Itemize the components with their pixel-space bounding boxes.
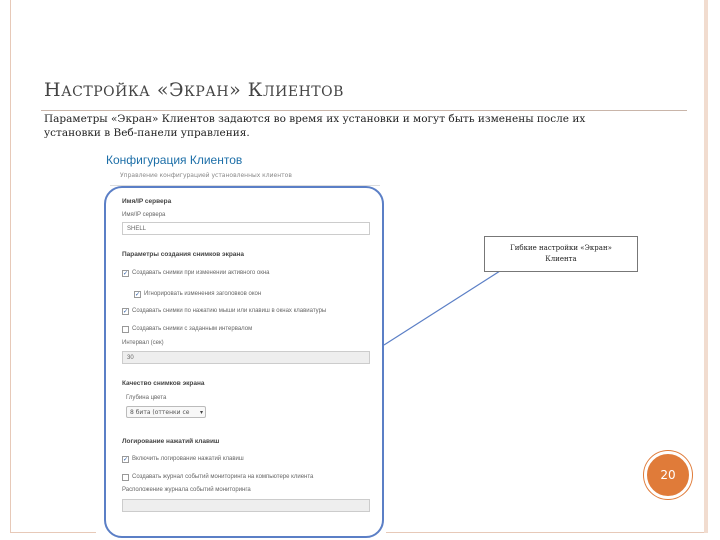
slide-title: НАСТРОЙКА «ЭКРАН» КЛИЕНТОВ bbox=[44, 79, 344, 101]
callout-line-1: Гибкие настройки «Экран» bbox=[510, 244, 612, 252]
panel-title: Конфигурация Клиентов bbox=[106, 153, 243, 167]
title-divider bbox=[41, 110, 687, 111]
callout-line-2: Клиента bbox=[545, 255, 577, 263]
callout-box: Гибкие настройки «Экран» Клиента bbox=[484, 236, 638, 272]
frame-accent-bar bbox=[704, 0, 708, 533]
highlight-frame bbox=[104, 186, 384, 538]
panel-description: Управление конфигурацией установленных к… bbox=[120, 172, 292, 179]
slide-subtitle: Параметры «Экран» Клиентов задаются во в… bbox=[44, 113, 586, 139]
page-number-badge: 20 bbox=[644, 451, 692, 499]
